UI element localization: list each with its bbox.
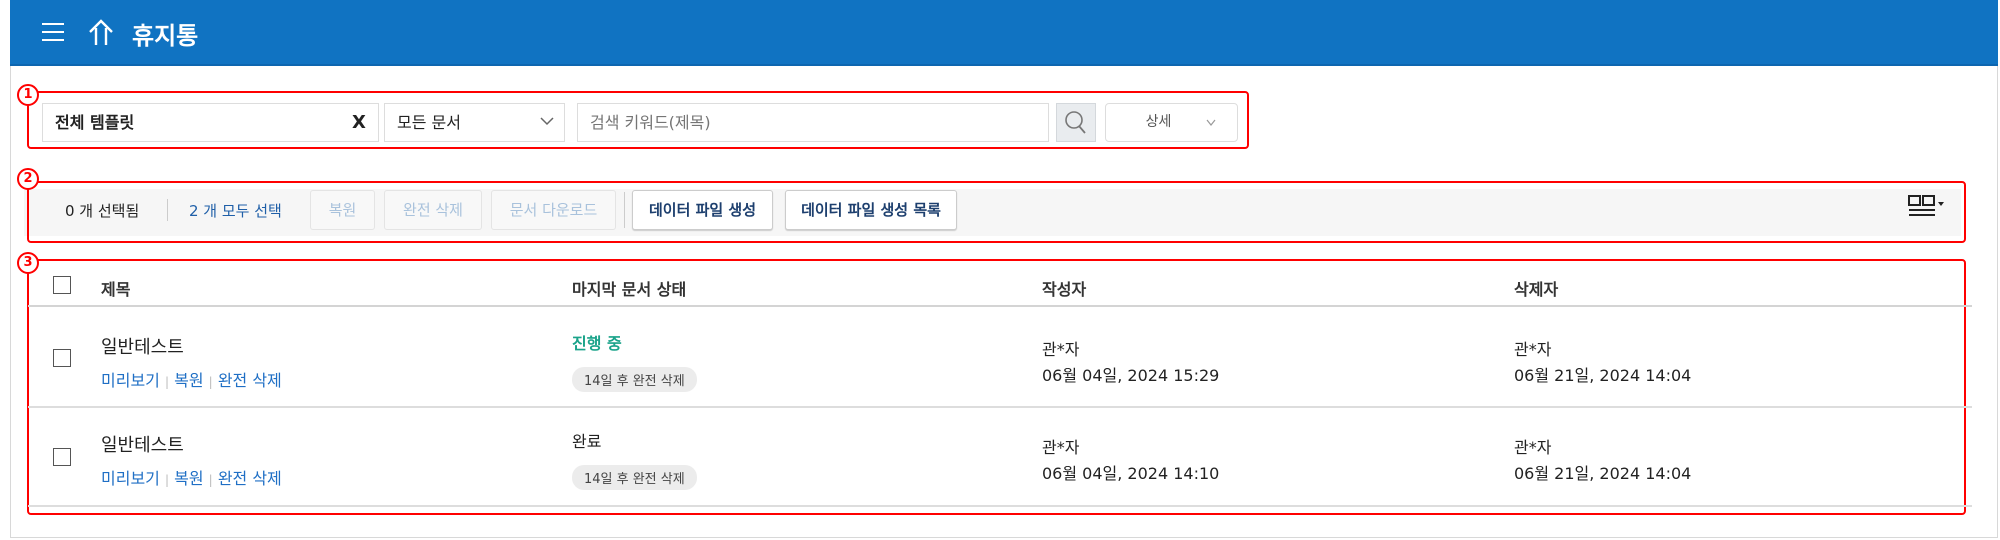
chevron-down-icon (540, 117, 554, 126)
author-name: 관*자 (1042, 438, 1080, 457)
create-data-file-button[interactable]: 데이터 파일 생성 (632, 190, 773, 230)
row-divider (28, 505, 1972, 507)
row-actions: 미리보기 | 복원 | 완전 삭제 (101, 367, 282, 391)
select-all-checkbox[interactable] (53, 276, 71, 294)
page-title: 휴지통 (132, 22, 199, 50)
table-row (28, 307, 1972, 407)
preview-link[interactable]: 미리보기 (101, 469, 160, 488)
author-date: 06월 04일, 2024 15:29 (1042, 366, 1220, 385)
table-row (28, 408, 1972, 506)
delete-permanent-link[interactable]: 완전 삭제 (218, 371, 282, 390)
column-view-icon[interactable] (1908, 194, 1948, 220)
preview-link[interactable]: 미리보기 (101, 371, 160, 390)
chevron-down-icon (1206, 119, 1216, 126)
selected-count: 0 개 선택됨 (65, 202, 140, 220)
deleter-date: 06월 21일, 2024 14:04 (1514, 464, 1692, 483)
keyword-search-input[interactable] (577, 103, 1049, 142)
row-title[interactable]: 일반테스트 (101, 333, 184, 359)
annotation-number-1: 1 (17, 84, 39, 106)
row-title[interactable]: 일반테스트 (101, 431, 184, 457)
document-type-value: 모든 문서 (397, 113, 461, 132)
data-file-list-button[interactable]: 데이터 파일 생성 목록 (785, 190, 957, 230)
document-type-select[interactable]: 모든 문서 (384, 103, 565, 142)
status-text: 진행 중 (572, 334, 622, 353)
deleter-name: 관*자 (1514, 438, 1552, 457)
search-button[interactable] (1056, 103, 1096, 142)
author-date: 06월 04일, 2024 14:10 (1042, 464, 1220, 483)
divider (167, 199, 168, 221)
template-filter-input[interactable]: 전체 템플릿 (42, 103, 379, 142)
separator: | (208, 473, 213, 487)
column-header-status: 마지막 문서 상태 (572, 280, 687, 299)
delete-permanent-button[interactable]: 완전 삭제 (384, 190, 482, 230)
separator: | (164, 473, 170, 487)
row-actions: 미리보기 | 복원 | 완전 삭제 (101, 465, 282, 489)
row-checkbox[interactable] (53, 349, 71, 367)
search-icon (1065, 111, 1086, 134)
row-checkbox[interactable] (53, 448, 71, 466)
divider (624, 192, 625, 228)
deletion-badge: 14일 후 완전 삭제 (572, 465, 697, 490)
detail-label: 상세 (1145, 114, 1172, 130)
deleter-name: 관*자 (1514, 340, 1552, 359)
annotation-number-3: 3 (17, 252, 39, 274)
template-filter-value: 전체 템플릿 (55, 113, 135, 132)
annotation-number-2: 2 (17, 168, 39, 190)
column-header-author: 작성자 (1042, 280, 1087, 299)
deleter-date: 06월 21일, 2024 14:04 (1514, 366, 1692, 385)
restore-button[interactable]: 복원 (310, 190, 375, 230)
separator: | (164, 375, 170, 389)
home-icon[interactable] (88, 18, 114, 46)
delete-permanent-link[interactable]: 완전 삭제 (218, 469, 282, 488)
select-all-link[interactable]: 2 개 모두 선택 (189, 200, 282, 221)
clear-icon[interactable]: X (352, 112, 366, 133)
author-name: 관*자 (1042, 340, 1080, 359)
status-text: 완료 (572, 432, 602, 451)
separator: | (208, 375, 213, 389)
detail-search-button[interactable]: 상세 (1105, 103, 1238, 142)
deletion-badge: 14일 후 완전 삭제 (572, 367, 697, 392)
restore-link[interactable]: 복원 (174, 371, 203, 390)
app-header (10, 0, 1998, 66)
column-header-deleter: 삭제자 (1514, 280, 1559, 299)
hamburger-icon[interactable] (42, 23, 64, 41)
download-button[interactable]: 문서 다운로드 (491, 190, 616, 230)
restore-link[interactable]: 복원 (174, 469, 203, 488)
column-header-title: 제목 (101, 280, 131, 299)
